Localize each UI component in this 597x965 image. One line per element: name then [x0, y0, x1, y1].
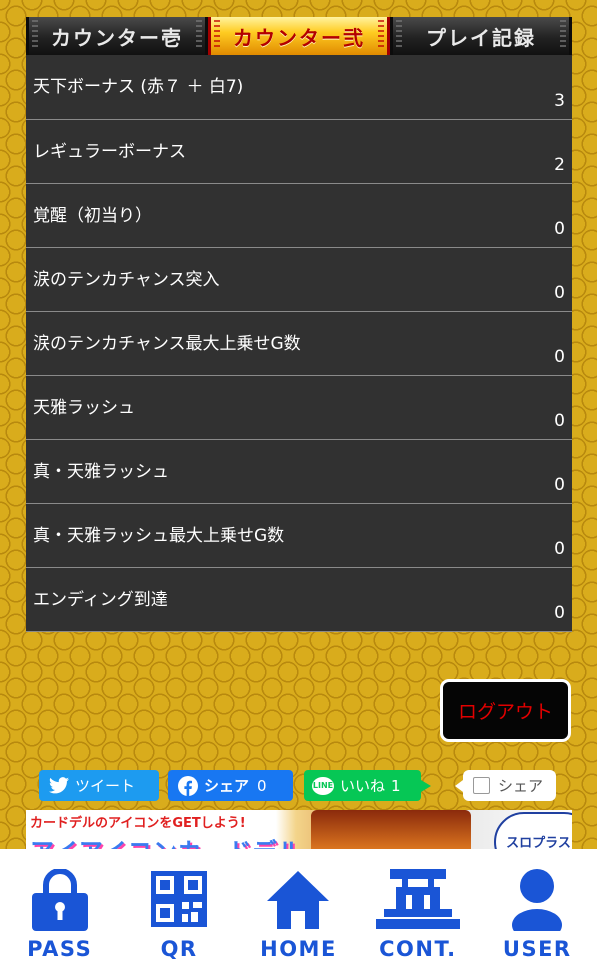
counter-value: 2	[554, 155, 565, 175]
nav-home[interactable]: HOME	[243, 849, 353, 965]
counter-value: 0	[554, 475, 565, 495]
counter-value: 0	[554, 539, 565, 559]
counter-label: 真・天雅ラッシュ	[33, 462, 169, 482]
tweet-label: ツイート	[75, 777, 136, 795]
counter-label: レギュラーボーナス	[33, 142, 186, 162]
counter-row[interactable]: 真・天雅ラッシュ 0	[26, 440, 572, 504]
home-icon	[265, 869, 331, 933]
twitter-bird-icon	[49, 777, 69, 794]
checkbox-icon[interactable]	[473, 777, 490, 794]
line-icon: LINE	[312, 776, 334, 795]
counter-value: 3	[554, 91, 565, 111]
counter-list: 天下ボーナス (赤７ ＋ 白7) 3 レギュラーボーナス 2 覚醒（初当り） 0 涙の…	[26, 55, 572, 632]
nav-label: QR	[160, 937, 198, 961]
counter-row[interactable]: 覚醒（初当り） 0	[26, 184, 572, 248]
counter-label: 涙のテンカチャンス最大上乗せG数	[33, 334, 301, 354]
counter-label: 天下ボーナス (赤７ ＋ 白7)	[33, 77, 244, 97]
bottom-nav: PASS QR HOME CONT. USER	[0, 849, 597, 965]
facebook-share-count: 0	[257, 776, 267, 795]
share-checkbox-label: シェア	[498, 777, 544, 795]
tweet-button[interactable]: ツイート	[39, 770, 159, 801]
counter-value: 0	[554, 219, 565, 239]
counter-row[interactable]: 涙のテンカチャンス最大上乗せG数 0	[26, 312, 572, 376]
nav-label: PASS	[27, 937, 93, 961]
tab-play-record[interactable]: プレイ記録	[390, 17, 572, 55]
nav-user[interactable]: USER	[482, 849, 592, 965]
tab-label: カウンター弐	[233, 25, 365, 50]
nav-label: HOME	[260, 937, 337, 961]
nav-pass[interactable]: PASS	[5, 849, 115, 965]
counter-row[interactable]: 涙のテンカチャンス突入 0	[26, 248, 572, 312]
counter-row[interactable]: 天雅ラッシュ 0	[26, 376, 572, 440]
counter-label: 涙のテンカチャンス突入	[33, 270, 220, 290]
nav-cont[interactable]: CONT.	[363, 849, 473, 965]
tab-label: カウンター壱	[51, 25, 183, 50]
line-like-button[interactable]: LINE いいね 1	[304, 770, 431, 801]
banner-headline: カードデルのアイコンをGETしよう!	[30, 816, 246, 831]
tab-counter-2[interactable]: カウンター弐	[208, 17, 390, 55]
castle-icon	[375, 869, 460, 933]
facebook-icon	[178, 775, 198, 796]
counter-row[interactable]: 天下ボーナス (赤７ ＋ 白7) 3	[26, 55, 572, 120]
line-like-label: いいね	[340, 777, 386, 795]
counter-value: 0	[554, 283, 565, 303]
nav-qr[interactable]: QR	[124, 849, 234, 965]
counter-label: 覚醒（初当り）	[33, 206, 152, 226]
counter-label: エンディング到達	[33, 590, 168, 610]
counter-label: 真・天雅ラッシュ最大上乗せG数	[33, 526, 285, 546]
tab-counter-1[interactable]: カウンター壱	[26, 17, 208, 55]
counter-row[interactable]: 真・天雅ラッシュ最大上乗せG数 0	[26, 504, 572, 568]
lock-icon	[28, 868, 92, 935]
counter-value: 0	[554, 411, 565, 431]
facebook-share-button[interactable]: シェア 0	[168, 770, 293, 801]
facebook-share-label: シェア	[204, 777, 250, 795]
ad-banner[interactable]: カードデルのアイコンをGETしよう! アイアイコンカードデル スロプラス+	[26, 810, 572, 852]
tab-label: プレイ記録	[426, 25, 536, 50]
nav-label: USER	[502, 937, 572, 961]
share-checkbox[interactable]: シェア	[455, 770, 556, 801]
qr-code-icon	[149, 869, 209, 933]
counter-value: 0	[554, 603, 565, 623]
banner-building-image	[311, 810, 471, 852]
counter-label: 天雅ラッシュ	[33, 398, 135, 418]
user-icon	[512, 869, 563, 941]
line-like-count: 1	[391, 776, 401, 795]
nav-label: CONT.	[379, 937, 457, 961]
counter-tabs: カウンター壱 カウンター弐 プレイ記録	[26, 17, 572, 55]
banner-badge: スロプラス+	[494, 812, 572, 852]
logout-button[interactable]: ログアウト	[440, 679, 571, 742]
counter-value: 0	[554, 347, 565, 367]
counter-row[interactable]: エンディング到達 0	[26, 568, 572, 632]
counter-row[interactable]: レギュラーボーナス 2	[26, 120, 572, 184]
